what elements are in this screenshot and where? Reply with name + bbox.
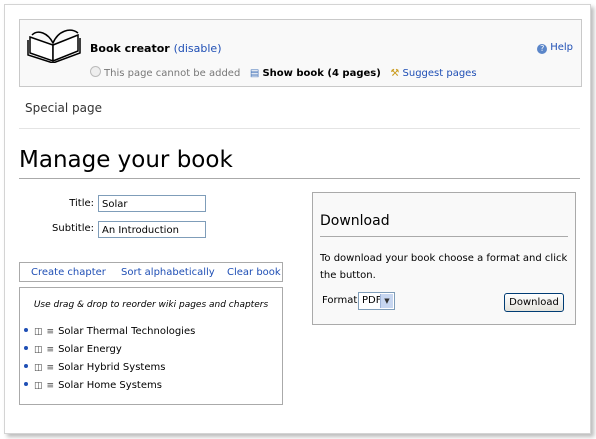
bullet — [24, 328, 28, 332]
list-item[interactable]: ◫ ≡ Solar Hybrid Systems — [24, 362, 165, 373]
title-input[interactable]: Solar — [98, 195, 206, 212]
clear-book-link[interactable]: Clear book — [227, 267, 281, 278]
download-title: Download — [320, 213, 390, 229]
reorder-icon[interactable]: ≡ — [47, 345, 55, 355]
book-creator-bar: Book creator (disable) This page cannot … — [19, 19, 582, 87]
book-creator-actions: This page cannot be added ▤ Show book (4… — [90, 66, 477, 79]
format-label: Format: — [322, 295, 361, 306]
list-item[interactable]: ◫ ≡ Solar Energy — [24, 344, 122, 355]
show-book-link[interactable]: Show book (4 pages) — [262, 68, 380, 79]
chevron-down-icon[interactable]: ▼ — [380, 294, 393, 308]
reorder-icon[interactable]: ≡ — [47, 327, 55, 337]
drag-drop-hint: Use drag & drop to reorder wiki pages an… — [33, 300, 269, 310]
book-logo-icon — [27, 29, 81, 63]
title-underline — [19, 178, 580, 179]
help-icon[interactable]: ? — [537, 44, 548, 54]
download-button[interactable]: Download — [504, 293, 564, 312]
trash-icon[interactable]: ◫ — [34, 345, 43, 355]
trash-icon[interactable]: ◫ — [34, 363, 43, 373]
download-description: To download your book choose a format an… — [320, 253, 568, 281]
bullet — [24, 364, 28, 368]
trash-icon[interactable]: ◫ — [34, 327, 43, 337]
bullet — [24, 382, 28, 386]
subtitle-label: Subtitle: — [52, 223, 94, 234]
reorder-icon[interactable]: ≡ — [47, 363, 55, 373]
show-book-icon[interactable]: ▤ — [250, 68, 259, 79]
divider — [19, 128, 580, 129]
disable-link[interactable]: (disable) — [174, 42, 222, 55]
subtitle-input[interactable]: An Introduction — [98, 221, 206, 238]
suggest-pages-icon[interactable]: ⚒ — [390, 68, 399, 79]
help-link[interactable]: ? Help — [537, 42, 573, 54]
download-panel: Download To download your book choose a … — [312, 192, 576, 325]
chapter-list: Use drag & drop to reorder wiki pages an… — [19, 287, 283, 405]
suggest-pages-link[interactable]: Suggest pages — [403, 68, 477, 79]
special-page-label: Special page — [25, 101, 103, 115]
page-title: Manage your book — [19, 147, 233, 173]
title-label: Title: — [69, 198, 94, 209]
list-item[interactable]: ◫ ≡ Solar Home Systems — [24, 380, 162, 391]
sort-alphabetically-link[interactable]: Sort alphabetically — [121, 267, 215, 278]
book-creator-title: Book creator (disable) — [90, 42, 222, 55]
add-page-disabled-icon — [90, 66, 101, 77]
format-select[interactable]: PDF ▼ — [358, 292, 395, 310]
trash-icon[interactable]: ◫ — [34, 381, 43, 391]
download-divider — [320, 236, 568, 237]
create-chapter-link[interactable]: Create chapter — [31, 267, 106, 278]
cannot-add-text: This page cannot be added — [104, 68, 241, 79]
bullet — [24, 346, 28, 350]
book-tools-bar: Create chapter Sort alphabetically Clear… — [19, 262, 283, 282]
list-item[interactable]: ◫ ≡ Solar Thermal Technologies — [24, 326, 195, 337]
reorder-icon[interactable]: ≡ — [47, 381, 55, 391]
